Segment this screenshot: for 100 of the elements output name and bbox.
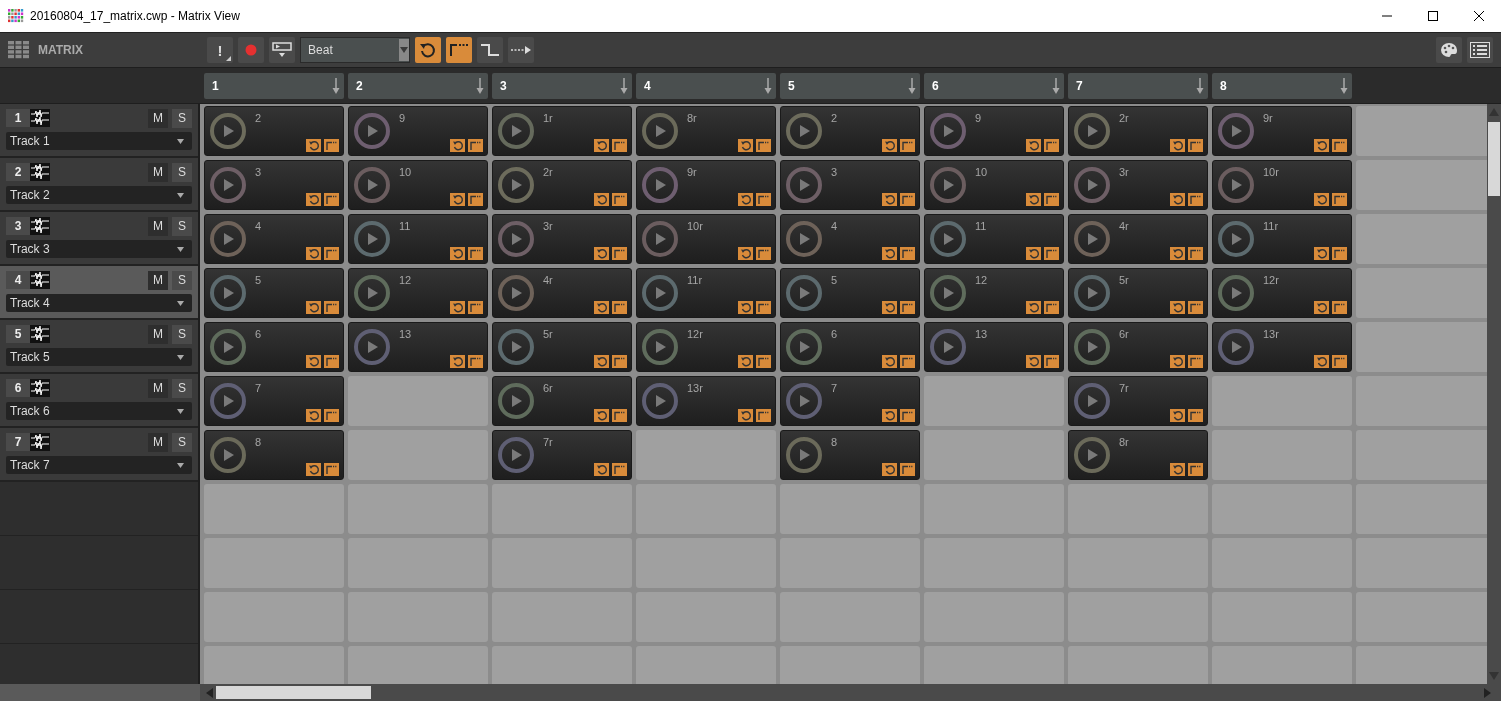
clip-tile[interactable]: 4 bbox=[780, 214, 920, 264]
loop-icon[interactable] bbox=[1314, 247, 1329, 260]
loop-icon[interactable] bbox=[1026, 301, 1041, 314]
start-icon[interactable] bbox=[1188, 409, 1203, 422]
scene-header[interactable]: 6 bbox=[924, 72, 1064, 99]
start-icon[interactable] bbox=[1188, 301, 1203, 314]
clip-tile[interactable]: 4 bbox=[204, 214, 344, 264]
clip-tile[interactable]: 6r bbox=[492, 376, 632, 426]
loop-icon[interactable] bbox=[306, 301, 321, 314]
clip-tile[interactable]: 13 bbox=[924, 322, 1064, 372]
start-icon[interactable] bbox=[1044, 139, 1059, 152]
clip-tile[interactable]: 8r bbox=[1068, 430, 1208, 480]
loop-icon[interactable] bbox=[738, 409, 753, 422]
play-icon[interactable] bbox=[1217, 220, 1255, 258]
mute-button[interactable]: M bbox=[148, 108, 168, 128]
down-arrow-icon[interactable] bbox=[620, 77, 628, 94]
start-icon[interactable] bbox=[900, 247, 915, 260]
mute-button[interactable]: M bbox=[148, 216, 168, 236]
track-header[interactable]: 3 M S Track 3 bbox=[0, 212, 198, 266]
loop-icon[interactable] bbox=[306, 409, 321, 422]
mute-button[interactable]: M bbox=[148, 324, 168, 344]
loop-icon[interactable] bbox=[594, 409, 609, 422]
clip-tile[interactable]: 8 bbox=[780, 430, 920, 480]
start-icon[interactable] bbox=[612, 301, 627, 314]
down-arrow-icon[interactable] bbox=[764, 77, 772, 94]
loop-icon[interactable] bbox=[1026, 247, 1041, 260]
clip-tile[interactable]: 7r bbox=[492, 430, 632, 480]
start-icon[interactable] bbox=[1332, 355, 1347, 368]
start-icon[interactable] bbox=[324, 355, 339, 368]
track-name-dropdown[interactable]: Track 6 bbox=[6, 402, 192, 420]
play-icon[interactable] bbox=[1217, 166, 1255, 204]
down-arrow-icon[interactable] bbox=[1052, 77, 1060, 94]
loop-icon[interactable] bbox=[882, 193, 897, 206]
loop-icon[interactable] bbox=[1170, 301, 1185, 314]
loop-icon[interactable] bbox=[450, 193, 465, 206]
loop-icon[interactable] bbox=[306, 139, 321, 152]
loop-icon[interactable] bbox=[594, 301, 609, 314]
down-arrow-icon[interactable] bbox=[1196, 77, 1204, 94]
loop-icon[interactable] bbox=[306, 193, 321, 206]
start-icon[interactable] bbox=[1044, 301, 1059, 314]
empty-clip-slot[interactable] bbox=[204, 646, 344, 684]
clip-tile[interactable]: 11r bbox=[636, 268, 776, 318]
empty-clip-slot[interactable] bbox=[492, 646, 632, 684]
start-icon[interactable] bbox=[324, 301, 339, 314]
empty-clip-slot[interactable] bbox=[1068, 646, 1208, 684]
close-icon[interactable] bbox=[1473, 10, 1485, 22]
empty-clip-slot[interactable] bbox=[1356, 214, 1487, 264]
empty-clip-slot[interactable] bbox=[348, 646, 488, 684]
play-icon[interactable] bbox=[497, 166, 535, 204]
start-icon[interactable] bbox=[1188, 247, 1203, 260]
clip-tile[interactable]: 2 bbox=[204, 106, 344, 156]
clip-tile[interactable]: 8 bbox=[204, 430, 344, 480]
loop-icon[interactable] bbox=[1170, 139, 1185, 152]
empty-clip-slot[interactable] bbox=[1356, 592, 1487, 642]
play-icon[interactable] bbox=[785, 166, 823, 204]
play-icon[interactable] bbox=[785, 328, 823, 366]
scrollbar-thumb[interactable] bbox=[216, 686, 371, 699]
play-icon[interactable] bbox=[209, 436, 247, 474]
start-icon[interactable] bbox=[468, 193, 483, 206]
play-icon[interactable] bbox=[929, 328, 967, 366]
start-icon[interactable] bbox=[900, 139, 915, 152]
play-icon[interactable] bbox=[353, 274, 391, 312]
loop-icon[interactable] bbox=[738, 139, 753, 152]
play-icon[interactable] bbox=[929, 112, 967, 150]
palette-icon[interactable] bbox=[1436, 37, 1462, 63]
loop-icon[interactable] bbox=[450, 355, 465, 368]
play-icon[interactable] bbox=[353, 220, 391, 258]
track-name-dropdown[interactable]: Track 1 bbox=[6, 132, 192, 150]
clip-tile[interactable]: 12r bbox=[636, 322, 776, 372]
loop-icon[interactable] bbox=[1314, 355, 1329, 368]
start-icon[interactable] bbox=[324, 193, 339, 206]
start-icon[interactable] bbox=[1188, 193, 1203, 206]
loop-icon[interactable] bbox=[738, 355, 753, 368]
loop-icon[interactable] bbox=[1314, 193, 1329, 206]
loop-icon[interactable] bbox=[1170, 247, 1185, 260]
play-icon[interactable] bbox=[497, 382, 535, 420]
clip-tile[interactable]: 8r bbox=[636, 106, 776, 156]
clip-tile[interactable]: 12 bbox=[348, 268, 488, 318]
start-icon[interactable] bbox=[1332, 193, 1347, 206]
start-icon[interactable] bbox=[324, 247, 339, 260]
play-icon[interactable] bbox=[353, 328, 391, 366]
track-header[interactable]: 6 M S Track 6 bbox=[0, 374, 198, 428]
start-icon[interactable] bbox=[756, 355, 771, 368]
track-name-dropdown[interactable]: Track 2 bbox=[6, 186, 192, 204]
play-icon[interactable] bbox=[1073, 436, 1111, 474]
empty-clip-slot[interactable] bbox=[924, 646, 1064, 684]
loop-icon[interactable] bbox=[1170, 463, 1185, 476]
start-icon[interactable] bbox=[756, 247, 771, 260]
play-icon[interactable] bbox=[1073, 328, 1111, 366]
mute-button[interactable]: M bbox=[148, 270, 168, 290]
clip-tile[interactable]: 3 bbox=[204, 160, 344, 210]
clip-tile[interactable]: 5r bbox=[1068, 268, 1208, 318]
start-icon[interactable] bbox=[900, 355, 915, 368]
mute-button[interactable]: M bbox=[148, 432, 168, 452]
loop-icon[interactable] bbox=[738, 193, 753, 206]
loop-icon[interactable] bbox=[882, 463, 897, 476]
play-icon[interactable] bbox=[1073, 112, 1111, 150]
clip-tile[interactable]: 6r bbox=[1068, 322, 1208, 372]
clip-tile[interactable]: 9 bbox=[348, 106, 488, 156]
loop-icon[interactable] bbox=[738, 301, 753, 314]
